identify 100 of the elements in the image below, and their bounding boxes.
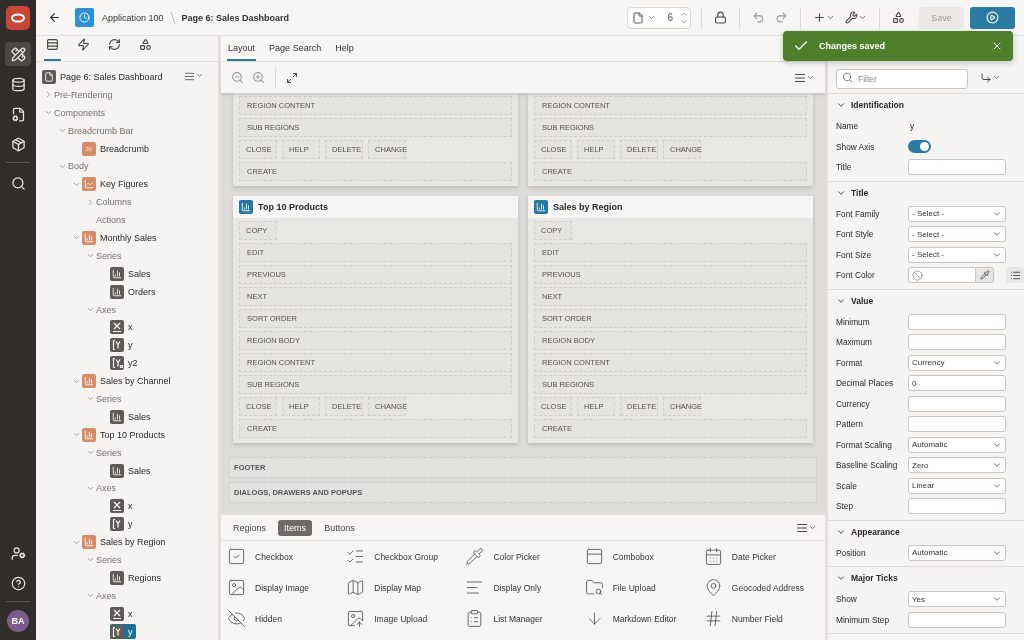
tree-item[interactable]: Regions xyxy=(110,570,165,586)
tree-item[interactable]: Series xyxy=(96,552,125,568)
logo[interactable] xyxy=(6,6,30,30)
bar-chart-icon xyxy=(110,570,124,585)
tree-item[interactable]: x xyxy=(110,498,136,514)
menu-icon xyxy=(184,71,196,83)
select-field[interactable]: Currency xyxy=(908,354,1006,371)
tree-item[interactable]: y xyxy=(110,624,136,640)
gallery-item-label[interactable]: Display Image xyxy=(255,582,309,593)
tree-item[interactable]: Breadcrumb Bar xyxy=(68,123,137,139)
tree-item[interactable]: Sales xyxy=(110,463,154,479)
gallery-item-label[interactable]: Geocoded Address xyxy=(731,582,805,593)
bar-chart-icon xyxy=(110,463,124,478)
tree-item[interactable]: Sales xyxy=(110,409,154,425)
filter-field[interactable]: Filter xyxy=(836,68,968,89)
select-field[interactable]: - Select - xyxy=(908,226,1006,243)
input-field[interactable] xyxy=(908,334,1006,351)
gallery-item-label[interactable]: Color Picker xyxy=(493,551,540,562)
tree-item[interactable]: Sales by Region xyxy=(82,534,169,550)
input-field[interactable] xyxy=(908,395,1006,412)
tab[interactable]: Page Search xyxy=(268,43,323,61)
card-title: Top 10 Products xyxy=(258,202,328,212)
tree-item[interactable]: Sales xyxy=(110,266,154,282)
tree-item[interactable]: y2 xyxy=(110,355,141,371)
gallery-item-label[interactable]: File Upload xyxy=(612,582,656,593)
select-field[interactable]: Automatic xyxy=(908,544,1006,561)
color-field[interactable] xyxy=(908,267,976,284)
field-label: Show Axis xyxy=(836,141,876,152)
tree-item[interactable]: Axes xyxy=(96,588,119,604)
double-chevron-icon xyxy=(82,141,96,156)
input-field[interactable] xyxy=(908,498,1006,515)
avatar[interactable]: BA xyxy=(7,610,29,632)
page-selector[interactable]: 6 xyxy=(627,6,691,29)
tree-item[interactable]: x xyxy=(110,606,136,622)
tree-item[interactable]: Monthly Sales xyxy=(82,230,160,246)
chevron-down-icon[interactable] xyxy=(836,573,846,583)
app-icon[interactable] xyxy=(75,8,94,27)
tree-item[interactable]: y xyxy=(110,516,136,532)
tab[interactable]: Items xyxy=(278,519,313,536)
tree-item[interactable]: Body xyxy=(68,158,92,174)
select-field[interactable]: - Select - xyxy=(908,246,1006,263)
toast-message: Changes saved xyxy=(819,41,887,51)
folder-search-icon xyxy=(584,578,604,597)
list-button[interactable] xyxy=(1006,267,1024,284)
tree-item[interactable]: Sales by Channel xyxy=(82,373,174,389)
input-field[interactable] xyxy=(908,416,1006,433)
gallery-item-label[interactable]: Image Upload xyxy=(374,613,428,624)
tab[interactable]: Buttons xyxy=(318,519,361,536)
input-field[interactable] xyxy=(908,313,1006,330)
panel-tab[interactable] xyxy=(44,38,61,61)
pipette-button[interactable] xyxy=(976,267,994,284)
lightning-icon xyxy=(77,38,90,51)
select-field[interactable]: Linear xyxy=(908,477,1006,494)
gallery-item-label[interactable]: Combobox xyxy=(612,551,654,562)
gallery-item-label[interactable]: List Manager xyxy=(493,613,543,624)
gallery-item-label[interactable]: Date Picker xyxy=(731,551,776,562)
gallery-item-label[interactable]: Markdown Editor xyxy=(612,613,677,624)
gallery-item-label[interactable]: Checkbox xyxy=(255,551,293,562)
input-field[interactable]: 0 xyxy=(908,375,1006,392)
image-upload-icon xyxy=(346,609,366,628)
chevron-down-icon[interactable] xyxy=(85,305,95,314)
close-icon[interactable] xyxy=(991,40,1003,52)
select-field[interactable]: Zero xyxy=(908,457,1006,474)
caret-icon xyxy=(647,13,656,22)
gallery-item-label[interactable]: Hidden xyxy=(255,613,282,624)
tree-item[interactable]: Orders xyxy=(110,284,159,300)
toggle-switch[interactable] xyxy=(908,140,931,154)
eye-off-icon xyxy=(227,609,247,628)
rail-button[interactable] xyxy=(5,42,31,66)
tab[interactable]: Help xyxy=(334,43,355,61)
gallery-item-label[interactable]: Number Field xyxy=(731,613,783,624)
back-arrow-icon[interactable] xyxy=(48,11,61,24)
tree-item[interactable]: Series xyxy=(96,445,125,461)
tree-item[interactable]: Series xyxy=(96,248,125,264)
chevron-down-icon[interactable] xyxy=(836,100,846,110)
tree-item[interactable]: y xyxy=(110,337,136,353)
tree-item[interactable]: Key Figures xyxy=(82,176,152,192)
tree-item[interactable]: Actions xyxy=(96,212,129,228)
tree-item[interactable]: Axes xyxy=(96,302,119,317)
gallery-item-label[interactable]: Display Only xyxy=(493,582,542,593)
tree-item[interactable]: Axes xyxy=(96,480,119,496)
select-field[interactable]: Automatic xyxy=(908,436,1006,453)
tree-item[interactable]: Columns xyxy=(96,194,135,210)
menu-button[interactable] xyxy=(184,71,205,83)
tree-item[interactable]: Series xyxy=(96,391,125,407)
run-button[interactable] xyxy=(970,6,1015,29)
select-field[interactable]: Yes xyxy=(908,591,1006,608)
gallery-item-label[interactable]: Checkbox Group xyxy=(374,551,439,562)
tab[interactable]: Regions xyxy=(227,519,273,536)
tree-item[interactable]: Components xyxy=(54,105,109,121)
tree-item[interactable]: Breadcrumb xyxy=(82,141,153,156)
input-field[interactable] xyxy=(908,159,1006,176)
tree-item[interactable]: Top 10 Products xyxy=(82,427,169,443)
tree-item[interactable]: x xyxy=(110,319,136,335)
input-field[interactable] xyxy=(908,611,1006,628)
select-field[interactable]: - Select - xyxy=(908,205,1006,222)
tree-item[interactable]: Page 6: Sales Dashboard xyxy=(42,69,166,85)
tree-item[interactable]: Pre-Rendering xyxy=(54,87,116,103)
breadcrumb-link[interactable]: Application 100 xyxy=(102,12,164,23)
gallery-item-label[interactable]: Display Map xyxy=(374,582,422,593)
